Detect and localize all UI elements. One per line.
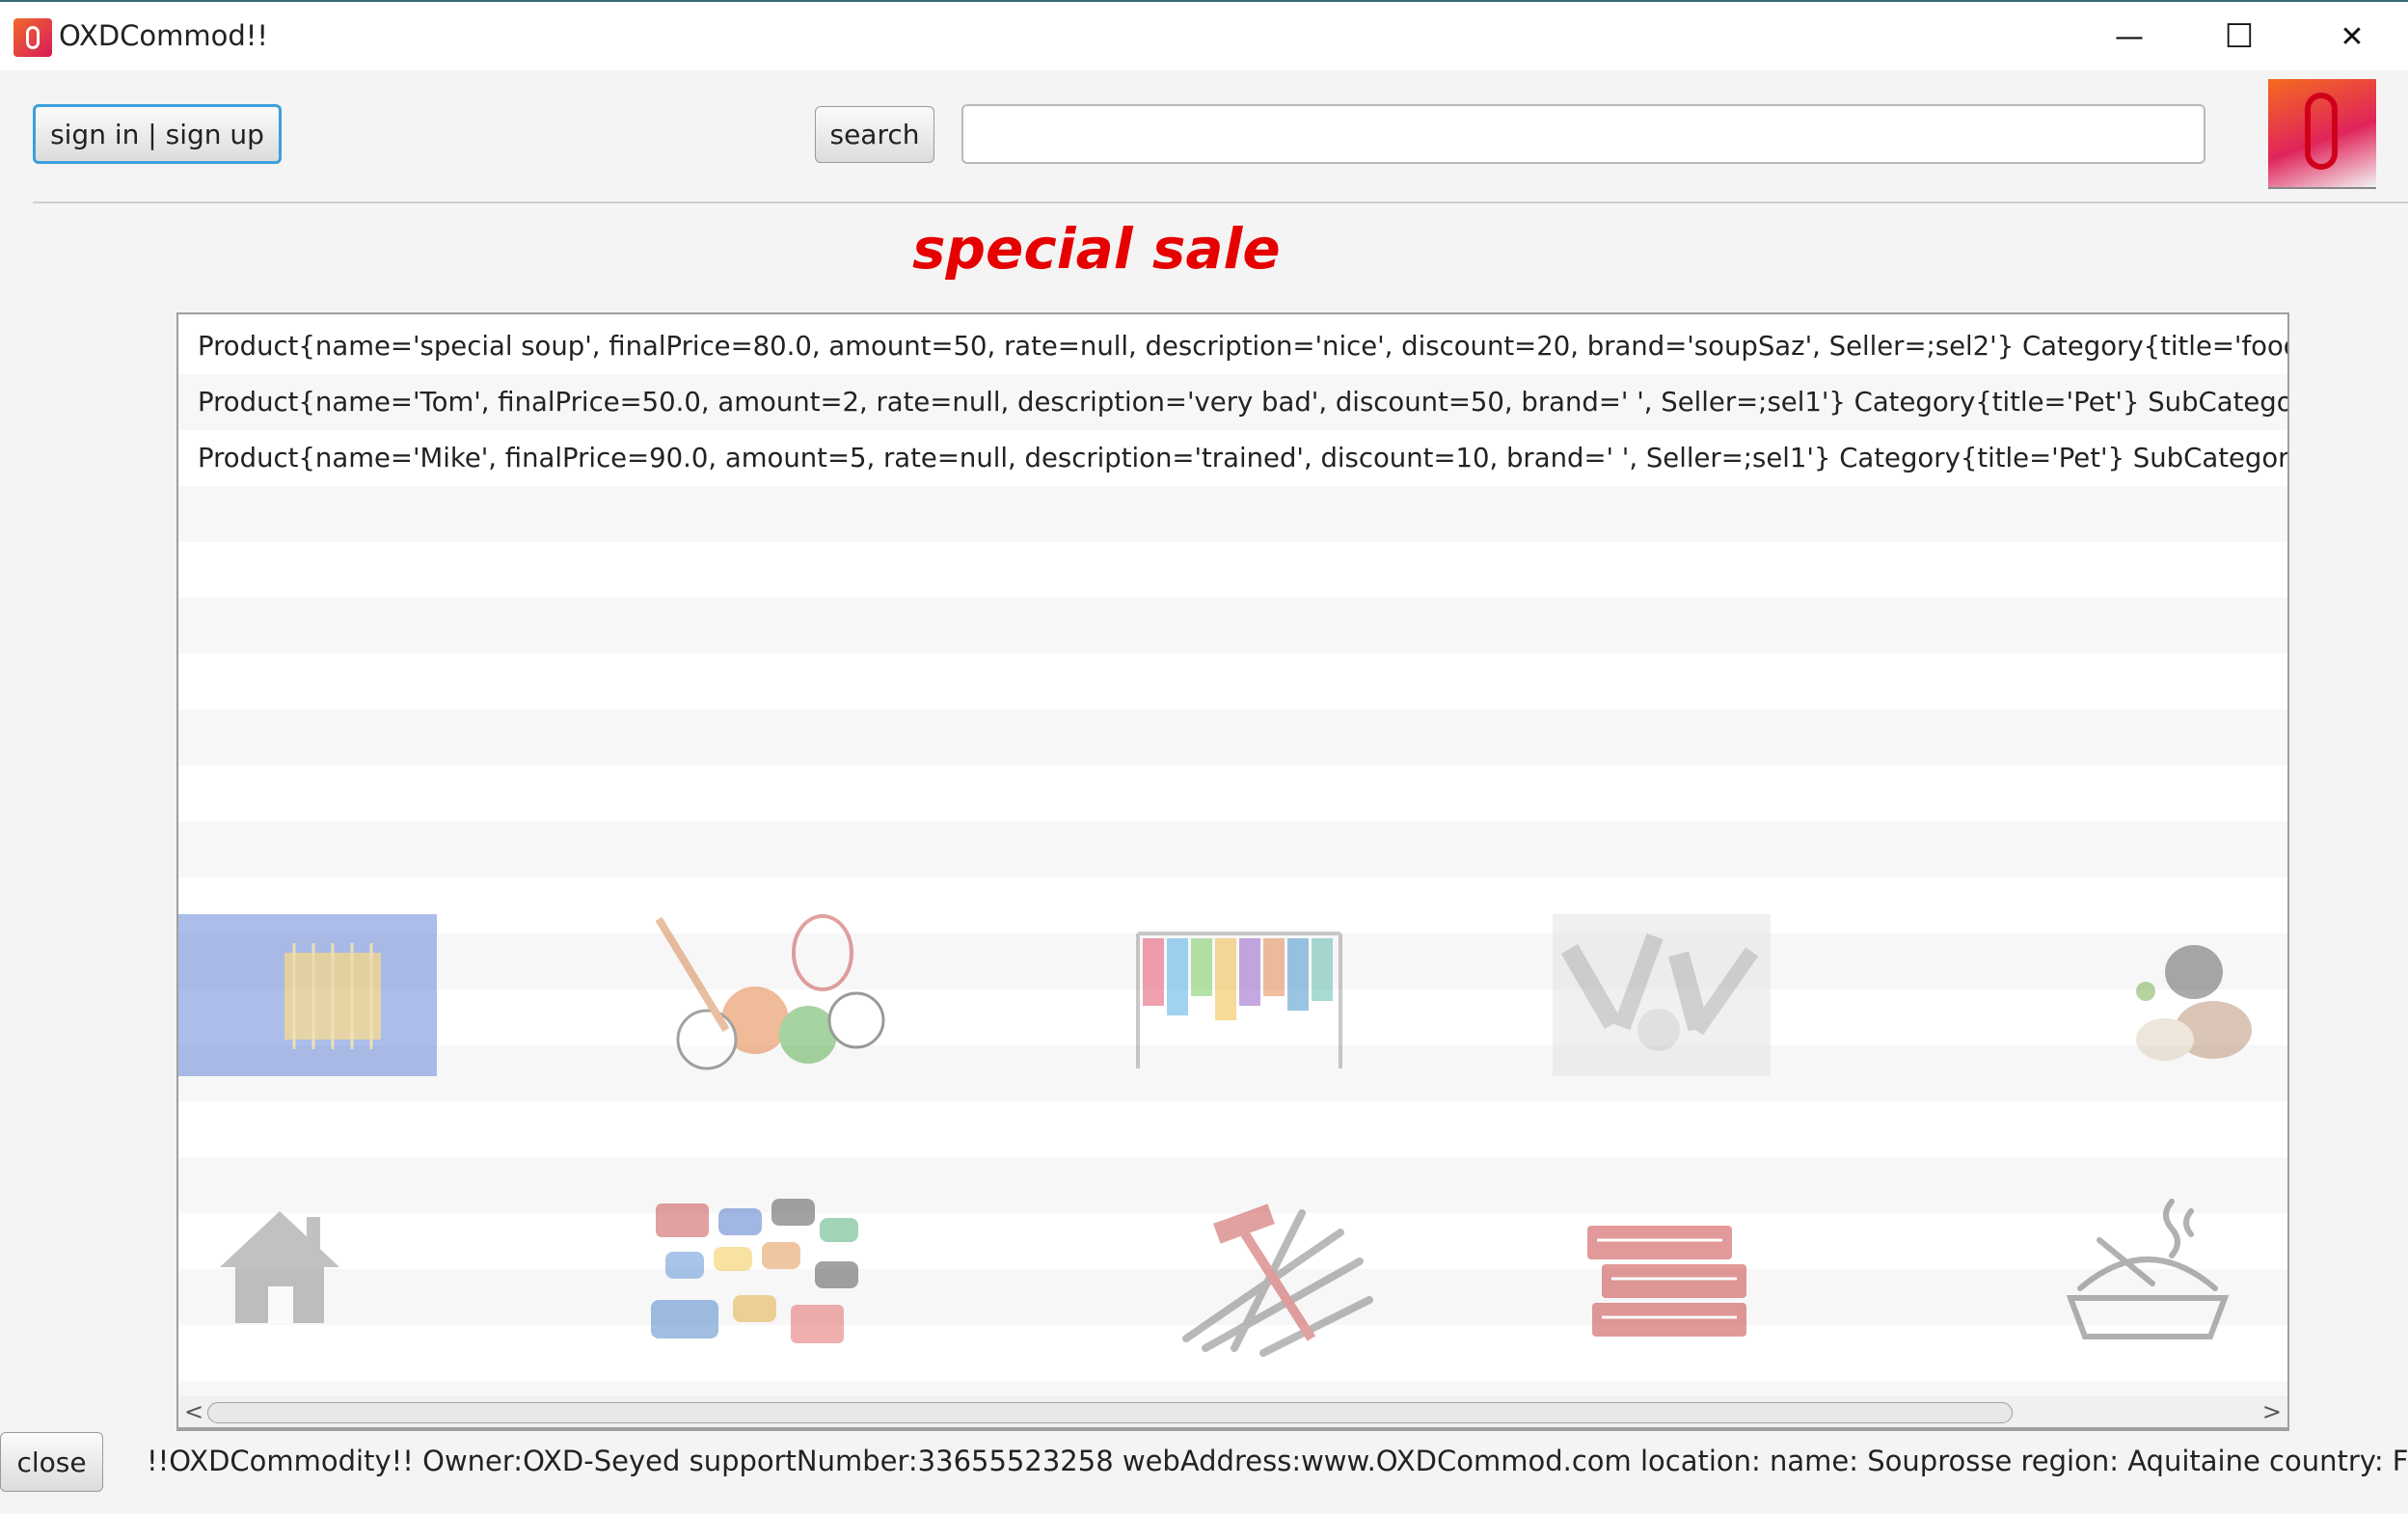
list-stripe — [178, 542, 2287, 598]
list-stripe — [178, 822, 2287, 878]
list-stripe — [178, 710, 2287, 766]
maximize-button[interactable]: ☐ — [2196, 10, 2283, 64]
home-icon[interactable] — [212, 1203, 347, 1327]
scrollbar-thumb[interactable] — [207, 1402, 2013, 1423]
electronics-chip-icon[interactable] — [178, 914, 437, 1076]
clothes-rack-icon[interactable] — [1128, 914, 1350, 1076]
food-bowl-icon[interactable] — [2061, 1192, 2234, 1356]
minimize-button[interactable]: — — [2086, 10, 2173, 64]
scroll-left-icon[interactable]: < — [184, 1398, 203, 1425]
list-stripe — [178, 654, 2287, 710]
search-input[interactable] — [961, 104, 2205, 164]
search-button[interactable]: search — [815, 106, 934, 163]
logo-mark-icon — [2305, 93, 2338, 170]
list-stripe — [178, 598, 2287, 654]
special-sale-heading: special sale — [912, 216, 1281, 282]
sign-in-sign-up-button[interactable]: sign in | sign up — [33, 104, 282, 164]
list-stripe — [178, 766, 2287, 822]
footer-info: !!OXDCommodity!! Owner:OXD-Seyed support… — [147, 1445, 2408, 1477]
oxd-logo — [2268, 79, 2376, 189]
list-stripe — [178, 1101, 2287, 1157]
title-bar: OXDCommod!! — ☐ ✕ — [0, 0, 2408, 70]
toolbar-divider — [33, 202, 2408, 203]
list-stripe — [178, 486, 2287, 542]
product-row[interactable]: Product{name='Tom', finalPrice=50.0, amo… — [178, 374, 2287, 430]
special-sale-list[interactable]: Product{name='special soup', finalPrice=… — [176, 312, 2289, 1431]
close-window-button[interactable]: ✕ — [2309, 10, 2395, 64]
books-icon[interactable] — [1583, 1211, 1756, 1346]
close-button[interactable]: close — [0, 1432, 103, 1492]
cosmetics-icon[interactable] — [1553, 914, 1771, 1076]
vehicles-icon[interactable] — [646, 1194, 868, 1358]
app-logo-icon — [14, 18, 52, 57]
pets-icon[interactable] — [2069, 914, 2261, 1076]
horizontal-scrollbar[interactable]: < > — [176, 1396, 2289, 1429]
scroll-right-icon[interactable]: > — [2262, 1398, 2282, 1425]
window-title: OXDCommod!! — [59, 19, 269, 52]
product-row[interactable]: Product{name='special soup', finalPrice=… — [178, 318, 2287, 374]
tools-icon[interactable] — [1167, 1194, 1379, 1358]
product-row[interactable]: Product{name='Mike', finalPrice=90.0, am… — [178, 430, 2287, 486]
sports-balls-icon[interactable] — [639, 914, 890, 1076]
